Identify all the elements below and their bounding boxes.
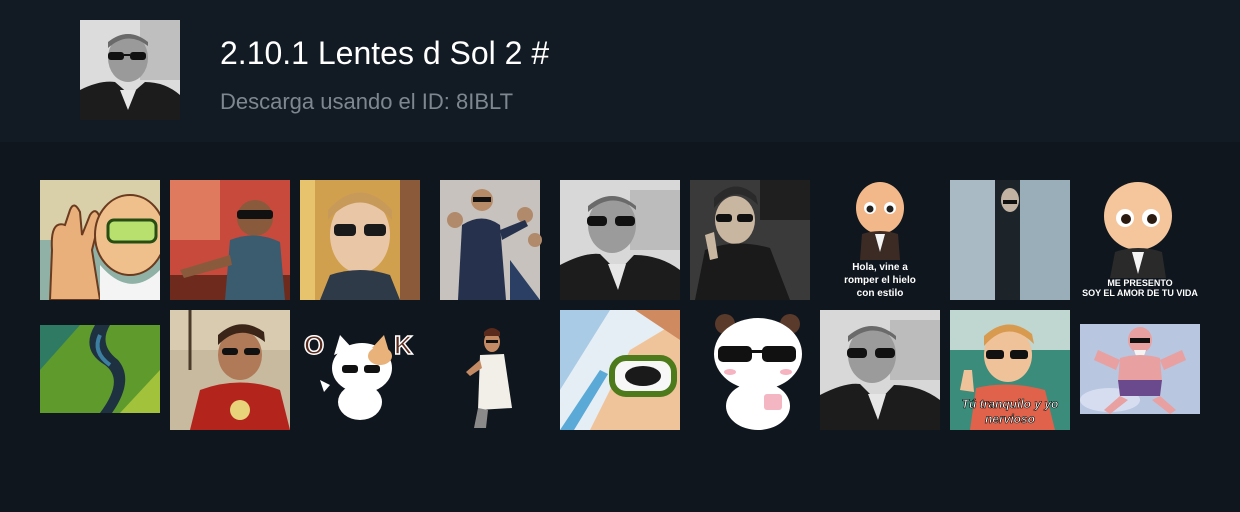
sticker-bear-sunglasses[interactable]	[690, 310, 810, 430]
sticker-baby-boss-presento[interactable]: ME PRESENTO SOY EL AMOR DE TU VIDA	[1080, 180, 1200, 300]
svg-text:ME PRESENTO: ME PRESENTO	[1107, 278, 1172, 288]
svg-text:Hola, vine a: Hola, vine a	[852, 262, 908, 273]
sticker-man-sunglasses-bw[interactable]	[560, 180, 680, 300]
svg-text:O: O	[304, 330, 324, 360]
pack-header: 2.10.1 Lentes d Sol 2 # Descarga usando …	[0, 0, 1240, 142]
svg-text:K: K	[394, 330, 413, 360]
sticker-man-leather-jacket[interactable]	[690, 180, 810, 300]
sticker-cat-ok[interactable]: O K	[300, 310, 420, 430]
pack-download-id: Descarga usando el ID: 8IBLT	[220, 89, 514, 114]
sticker-man-sunglasses-bw-2[interactable]	[820, 310, 940, 430]
svg-text:con estilo: con estilo	[857, 288, 904, 299]
sticker-man-suit-crowd[interactable]	[430, 180, 550, 300]
sticker-ironman-sunglasses[interactable]	[170, 310, 290, 430]
sticker-kid-sunglasses[interactable]	[170, 180, 290, 300]
svg-text:SOY EL AMOR DE TU VIDA: SOY EL AMOR DE TU VIDA	[1082, 288, 1198, 298]
svg-text:Tú tranquilo y yo: Tú tranquilo y yo	[962, 397, 1059, 411]
sticker-door-peek[interactable]	[950, 180, 1070, 300]
sticker-grid: Hola, vine a romper el hielo con estilo …	[0, 142, 1240, 512]
sticker-roshi-pose[interactable]	[1080, 310, 1200, 430]
sticker-baby-boss-hola[interactable]: Hola, vine a romper el hielo con estilo	[820, 180, 940, 300]
sticker-green-swirl[interactable]	[40, 310, 160, 430]
sticker-kid-thumbs-up[interactable]: Tú tranquilo y yo nervioso	[950, 310, 1070, 430]
pack-avatar	[80, 20, 180, 120]
sticker-roshi-peace-sign[interactable]	[40, 180, 160, 300]
sticker-dancing-man[interactable]	[430, 310, 550, 430]
svg-text:romper el hielo: romper el hielo	[844, 275, 916, 286]
svg-text:nervioso: nervioso	[985, 412, 1035, 426]
pack-title: 2.10.1 Lentes d Sol 2 #	[220, 35, 550, 71]
sticker-anime-goggles[interactable]	[560, 310, 680, 430]
sticker-woman-sunglasses[interactable]	[300, 180, 420, 300]
